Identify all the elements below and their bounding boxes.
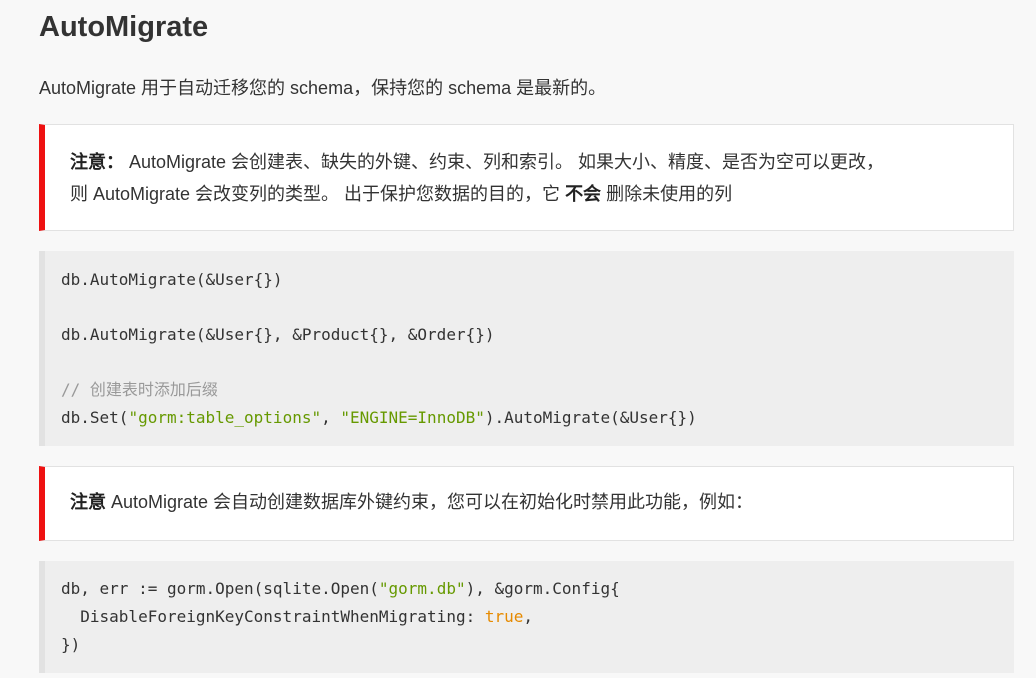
note-text: 删除未使用的列 bbox=[601, 184, 733, 204]
code-block-2[interactable]: db, err := gorm.Open(sqlite.Open("gorm.d… bbox=[39, 561, 1014, 673]
note-line-1: 注意： AutoMigrate 会创建表、缺失的外键、约束、列和索引。 如果大小… bbox=[70, 146, 1013, 178]
code-line: db, err := gorm.Open(sqlite.Open("gorm.d… bbox=[61, 578, 620, 600]
code-keyword: true bbox=[484, 607, 524, 626]
code-string: "ENGINE=InnoDB" bbox=[340, 408, 485, 427]
note-emphasis: 不会 bbox=[565, 184, 602, 204]
code-token: ), &gorm.Config{ bbox=[465, 579, 620, 598]
intro-paragraph: AutoMigrate 用于自动迁移您的 schema，保持您的 schema … bbox=[39, 78, 607, 98]
note-label: 注意 bbox=[70, 492, 106, 512]
code-comment: // 创建表时添加后缀 bbox=[61, 380, 218, 399]
note-callout-1: 注意： AutoMigrate 会创建表、缺失的外键、约束、列和索引。 如果大小… bbox=[39, 124, 1014, 231]
code-string: "gorm:table_options" bbox=[128, 408, 322, 427]
note-text: AutoMigrate 会创建表、缺失的外键、约束、列和索引。 如果大小、精度、… bbox=[124, 152, 885, 172]
code-block-1[interactable]: db.AutoMigrate(&User{}) db.AutoMigrate(&… bbox=[39, 251, 1014, 446]
note-text: 则 AutoMigrate 会改变列的类型。 出于保护您数据的目的，它 bbox=[70, 184, 566, 204]
code-token: , bbox=[523, 607, 534, 626]
code-line: db.Set("gorm:table_options", "ENGINE=Inn… bbox=[61, 407, 697, 429]
code-string: "gorm.db" bbox=[378, 579, 466, 598]
code-line: DisableForeignKeyConstraintWhenMigrating… bbox=[61, 606, 533, 628]
code-token: DisableForeignKeyConstraintWhenMigrating… bbox=[61, 607, 485, 626]
note-callout-2: 注意 AutoMigrate 会自动创建数据库外键约束，您可以在初始化时禁用此功… bbox=[39, 466, 1014, 541]
note-label: 注意： bbox=[70, 152, 124, 172]
code-line: db.AutoMigrate(&User{}, &Product{}, &Ord… bbox=[61, 325, 495, 344]
note-text: AutoMigrate 会自动创建数据库外键约束，您可以在初始化时禁用此功能，例… bbox=[106, 492, 754, 512]
code-line: }) bbox=[61, 635, 81, 654]
note-line: 注意 AutoMigrate 会自动创建数据库外键约束，您可以在初始化时禁用此功… bbox=[70, 486, 1013, 518]
code-token: db, err := gorm.Open(sqlite.Open( bbox=[61, 579, 379, 598]
code-token: db.Set( bbox=[61, 408, 129, 427]
code-token: ).AutoMigrate(&User{}) bbox=[484, 408, 697, 427]
note-line-2: 则 AutoMigrate 会改变列的类型。 出于保护您数据的目的，它 不会 删… bbox=[70, 178, 1013, 210]
code-line: db.AutoMigrate(&User{}) bbox=[61, 270, 283, 289]
code-token: , bbox=[321, 408, 341, 427]
page-title: AutoMigrate bbox=[39, 11, 209, 43]
